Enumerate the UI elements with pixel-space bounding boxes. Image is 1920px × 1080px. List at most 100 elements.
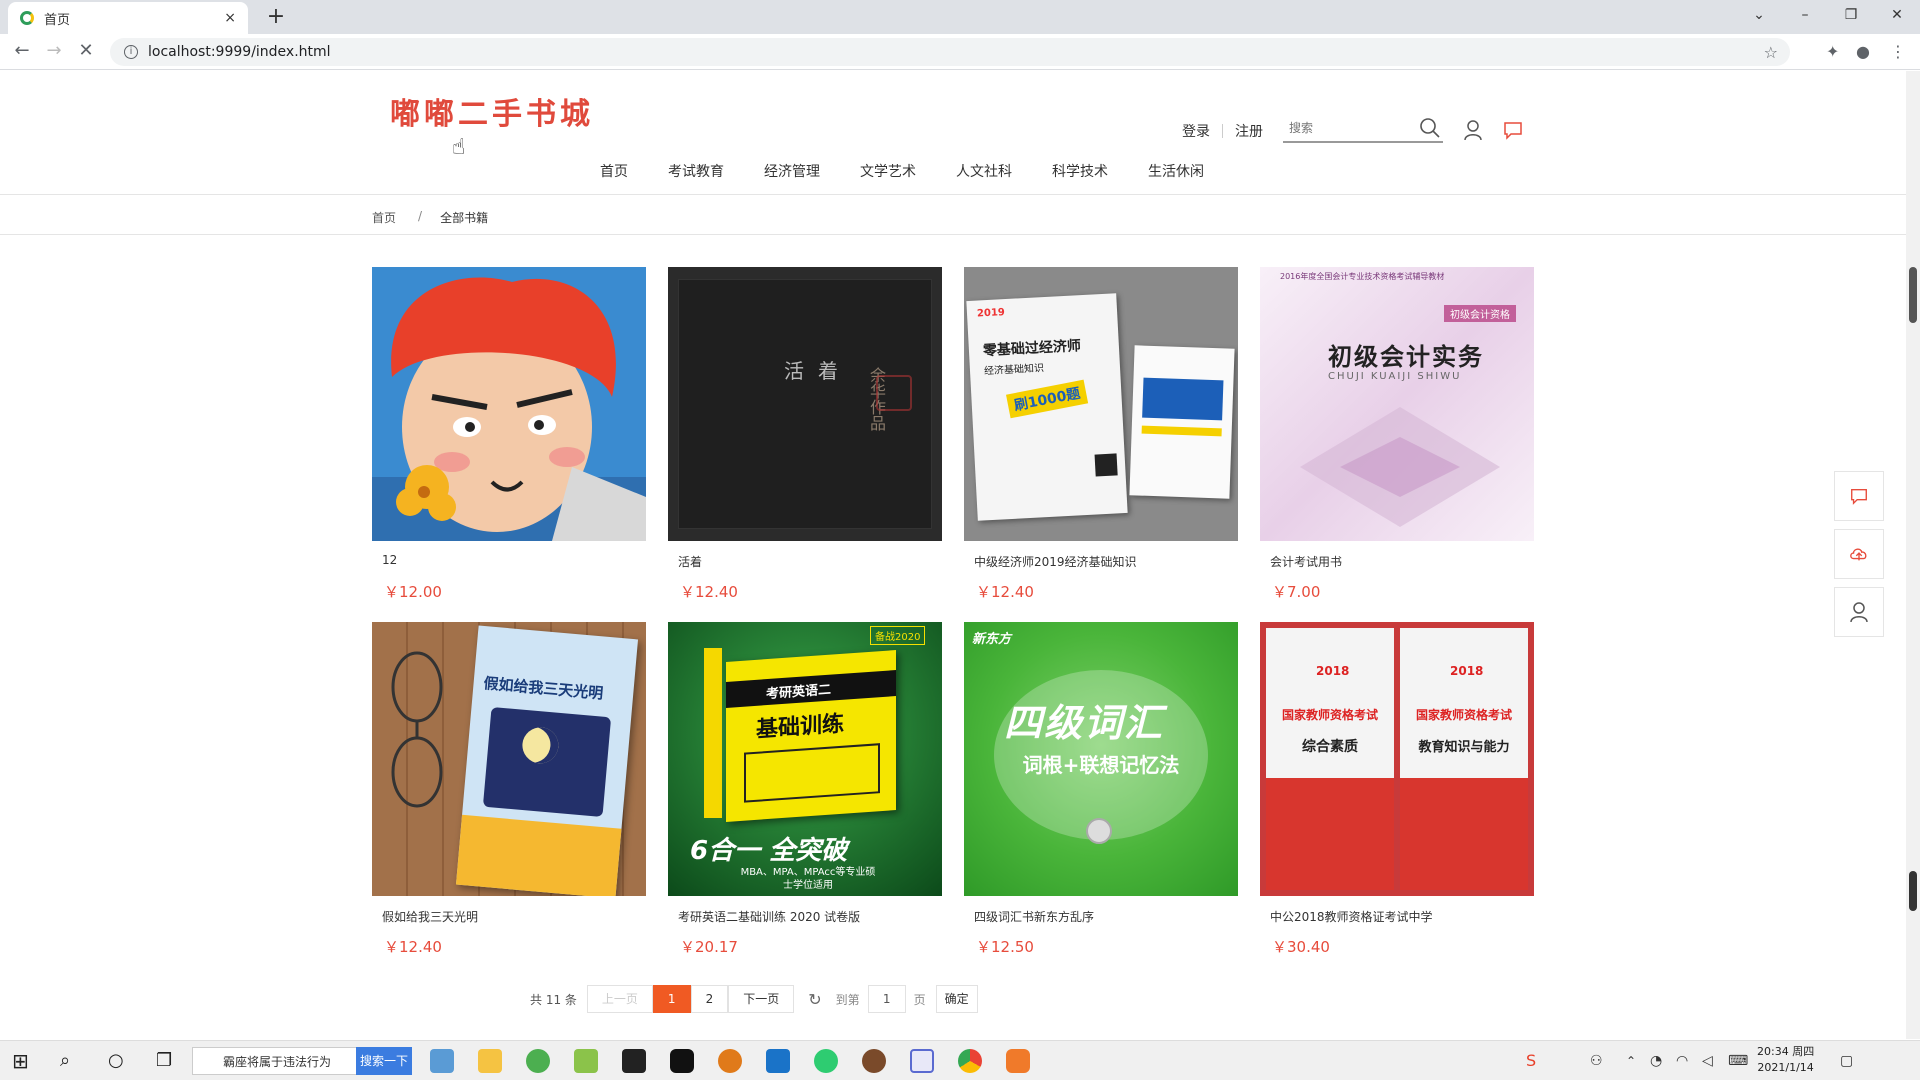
minimize-button[interactable]: – [1782, 0, 1828, 34]
search-icon[interactable] [1419, 117, 1441, 139]
nav-item-humanities[interactable]: 人文社科 [956, 161, 1012, 181]
wifi-icon[interactable]: ◠ [1676, 1049, 1700, 1073]
cover-left-title: 综合素质 [1302, 739, 1358, 755]
book-name[interactable]: 假如给我三天光明 [372, 908, 646, 924]
book-cover[interactable]: 2016年度全国会计专业技术资格考试辅导教材 初级会计资格 初级会计实务 CHU… [1260, 267, 1534, 541]
book-card[interactable]: 新东方 四级词汇 词根+联想记忆法 四级词汇书新东方乱序 ￥12.50 [964, 622, 1238, 957]
search-input[interactable] [1283, 115, 1408, 141]
profile-icon[interactable]: ● [1856, 42, 1870, 61]
page-button-2[interactable]: 2 [690, 985, 729, 1013]
nav-item-economy[interactable]: 经济管理 [764, 161, 820, 181]
task-view-icon[interactable]: ❐ [156, 1049, 180, 1073]
book-name[interactable]: 中公2018教师资格证考试中学 [1260, 908, 1534, 924]
nav-item-exam[interactable]: 考试教育 [668, 161, 724, 181]
book-name[interactable]: 12 [372, 553, 646, 569]
network-icon[interactable]: ◔ [1650, 1049, 1674, 1073]
app-icon-orange[interactable] [1006, 1049, 1030, 1073]
tab-close-icon[interactable]: × [224, 10, 236, 26]
notepad-app-icon[interactable] [430, 1049, 454, 1073]
float-chat-button[interactable] [1834, 471, 1884, 521]
goto-confirm-button[interactable]: 确定 [935, 985, 978, 1013]
people-icon[interactable]: ⚇ [1590, 1049, 1614, 1073]
book-card[interactable]: 12 ￥12.00 [372, 267, 646, 602]
file-explorer-icon[interactable] [478, 1049, 502, 1073]
taskbar-search-button[interactable]: 搜索一下 [356, 1047, 412, 1075]
stop-loading-icon[interactable]: ✕ [74, 40, 98, 61]
url-bar[interactable]: i localhost:9999/index.html ☆ [110, 38, 1790, 66]
system-clock[interactable]: 20:34 周四 2021/1/14 [1757, 1044, 1814, 1076]
chrome-icon[interactable] [958, 1049, 982, 1073]
nav-item-home[interactable]: 首页 [600, 161, 628, 181]
page-button-1[interactable]: 1 [652, 985, 691, 1013]
cover-title: 零基础过经济师 [982, 338, 1082, 360]
window-close-button[interactable]: ✕ [1874, 0, 1920, 34]
browser-tab[interactable]: 首页 × [8, 2, 248, 34]
book-cover[interactable]: 新东方 四级词汇 词根+联想记忆法 [964, 622, 1238, 896]
book-name[interactable]: 会计考试用书 [1260, 553, 1534, 569]
scrollbar-thumb-secondary[interactable] [1909, 871, 1917, 911]
breadcrumb-home[interactable]: 首页 [372, 209, 396, 226]
tab-search-icon[interactable]: ⌄ [1736, 0, 1782, 34]
app-icon-green[interactable] [526, 1049, 550, 1073]
nav-item-life[interactable]: 生活休闲 [1148, 161, 1204, 181]
ime-icon[interactable]: S [1526, 1049, 1550, 1073]
search-app-icon[interactable] [718, 1049, 742, 1073]
book-card[interactable]: 2018 国家教师资格考试 综合素质 2018 国家教师资格考试 教育知识与能力… [1260, 622, 1534, 957]
vertical-scrollbar[interactable] [1906, 71, 1920, 1039]
app-icon-pinwheel[interactable] [910, 1049, 934, 1073]
app-icon-blue[interactable] [766, 1049, 790, 1073]
restore-button[interactable]: ❐ [1828, 0, 1874, 34]
ide-icon[interactable] [670, 1049, 694, 1073]
app-icon-leaf[interactable] [814, 1049, 838, 1073]
browser-menu-icon[interactable]: ⋮ [1890, 42, 1906, 61]
cortana-icon[interactable]: ○ [108, 1049, 132, 1073]
windows-start-icon[interactable]: ⊞ [12, 1049, 36, 1073]
float-upload-button[interactable] [1834, 529, 1884, 579]
login-link[interactable]: 登录 [1182, 121, 1210, 141]
chat-icon[interactable] [1502, 119, 1524, 141]
terminal-icon[interactable] [622, 1049, 646, 1073]
forward-icon[interactable]: → [42, 40, 66, 61]
user-icon[interactable] [1463, 119, 1483, 141]
extensions-icon[interactable]: ✦ [1826, 42, 1839, 61]
book-name[interactable]: 中级经济师2019经济基础知识 [964, 553, 1238, 569]
site-info-icon[interactable]: i [124, 45, 138, 59]
book-name[interactable]: 活着 [668, 553, 942, 569]
goto-page-input[interactable]: 1 [867, 985, 906, 1013]
book-name[interactable]: 四级词汇书新东方乱序 [964, 908, 1238, 924]
nav-item-science[interactable]: 科学技术 [1052, 161, 1108, 181]
register-link[interactable]: 注册 [1235, 121, 1263, 141]
breadcrumb: 首页 / 全部书籍 [372, 209, 488, 226]
book-cover[interactable]: 2018 国家教师资格考试 综合素质 2018 国家教师资格考试 教育知识与能力 [1260, 622, 1534, 896]
book-price: ￥7.00 [1272, 583, 1321, 601]
bookmark-star-icon[interactable]: ☆ [1764, 43, 1778, 62]
nav-item-literature[interactable]: 文学艺术 [860, 161, 916, 181]
float-user-button[interactable] [1834, 587, 1884, 637]
tray-expand-icon[interactable]: ⌃ [1626, 1049, 1650, 1073]
book-cover[interactable]: 假如给我三天光明 [372, 622, 646, 896]
breadcrumb-separator: / [418, 209, 423, 223]
volume-icon[interactable]: ◁ [1702, 1049, 1726, 1073]
refresh-icon[interactable]: ↻ [808, 990, 821, 1009]
keyboard-icon[interactable]: ⌨ [1728, 1049, 1752, 1073]
book-cover[interactable]: 活着 余华作品 [668, 267, 942, 541]
notification-icon[interactable]: ▢ [1840, 1049, 1864, 1073]
book-card[interactable]: 活着 余华作品 活着 ￥12.40 [668, 267, 942, 602]
notes-app-icon[interactable] [574, 1049, 598, 1073]
book-card[interactable]: 2016年度全国会计专业技术资格考试辅导教材 初级会计资格 初级会计实务 CHU… [1260, 267, 1534, 602]
book-cover[interactable]: 2019 零基础过经济师 经济基础知识 刷1000题 [964, 267, 1238, 541]
prev-page-button[interactable]: 上一页 [586, 985, 653, 1013]
back-icon[interactable]: ← [10, 40, 34, 61]
book-cover[interactable]: 备战2020 考研英语二 基础训练 6合一 全突破 MBA、MPA、MPAcc等… [668, 622, 942, 896]
book-card[interactable]: 假如给我三天光明 假如给我三天光明 ￥12.40 [372, 622, 646, 957]
scrollbar-thumb[interactable] [1909, 267, 1917, 323]
app-icon-avatar[interactable] [862, 1049, 886, 1073]
site-logo[interactable]: 嘟嘟二手书城 [390, 89, 594, 133]
taskbar-search-icon[interactable]: ⌕ [60, 1049, 84, 1073]
book-card[interactable]: 备战2020 考研英语二 基础训练 6合一 全突破 MBA、MPA、MPAcc等… [668, 622, 942, 957]
next-page-button[interactable]: 下一页 [728, 985, 795, 1013]
book-card[interactable]: 2019 零基础过经济师 经济基础知识 刷1000题 中级经济师2019经济基础… [964, 267, 1238, 602]
book-name[interactable]: 考研英语二基础训练 2020 试卷版 [668, 908, 942, 924]
book-cover[interactable] [372, 267, 646, 541]
new-tab-button[interactable]: + [262, 4, 290, 29]
